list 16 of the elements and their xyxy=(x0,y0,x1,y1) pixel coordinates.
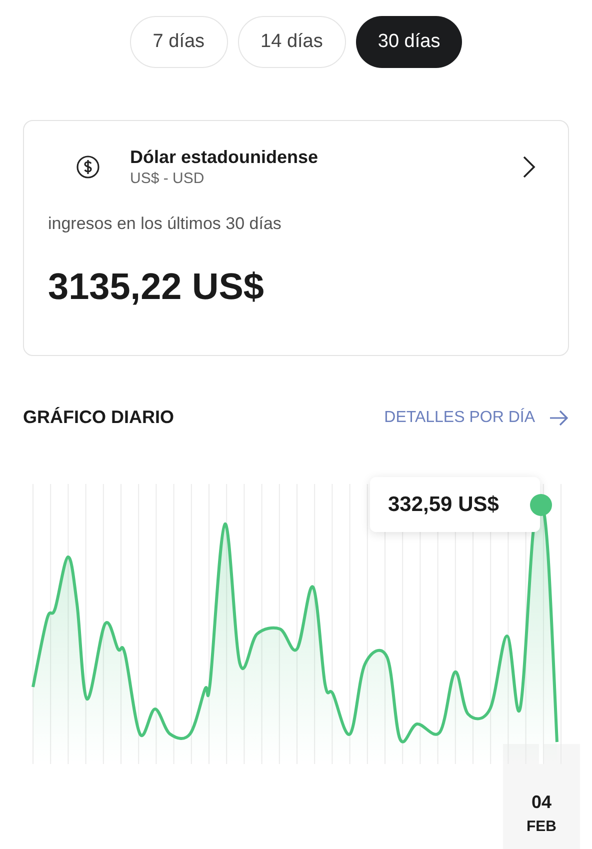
income-total: 3135,22 US$ xyxy=(48,264,266,308)
period-tab[interactable]: 30 días xyxy=(356,16,462,68)
date-day: 04 xyxy=(531,790,552,814)
arrow-right-icon xyxy=(549,410,569,426)
date-month: FEB xyxy=(526,817,556,837)
income-caption: ingresos en los últimos 30 días xyxy=(48,213,282,235)
chevron-right-icon[interactable] xyxy=(522,155,536,179)
section-title: GRÁFICO DIARIO xyxy=(23,406,174,429)
currency-name: Dólar estadounidense xyxy=(130,146,320,169)
point-marker xyxy=(530,494,552,516)
currency-code: US$ - USD xyxy=(130,169,206,189)
period-tab[interactable]: 14 días xyxy=(238,16,346,68)
period-tab[interactable]: 7 días xyxy=(130,16,228,68)
dollar-icon xyxy=(76,155,100,179)
tooltip-value: 332,59 US$ xyxy=(388,492,499,518)
daily-details-link[interactable]: DETALLES POR DÍA xyxy=(384,406,569,430)
